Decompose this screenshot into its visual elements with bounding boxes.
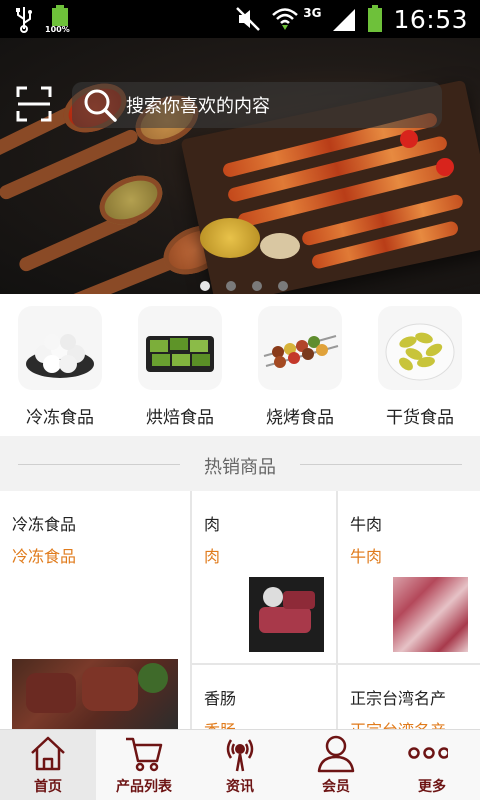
tab-label: 首页 bbox=[34, 779, 62, 795]
product-title: 冷冻食品 bbox=[12, 515, 77, 534]
category-label: 烘焙食品 bbox=[146, 408, 214, 428]
category-label: 冷冻食品 bbox=[26, 408, 94, 428]
battery-icon bbox=[368, 5, 383, 32]
bottom-nav: 首页 产品列表 资讯 会员 更多 bbox=[0, 729, 480, 800]
battery-percent: 100% bbox=[45, 25, 70, 34]
carousel-indicator bbox=[200, 281, 288, 291]
product-card[interactable]: 肉 肉 bbox=[192, 491, 336, 663]
product-card[interactable]: 牛肉 牛肉 bbox=[338, 491, 480, 663]
category-baked[interactable]: 烘焙食品 bbox=[120, 294, 240, 436]
hot-section-header: 热销商品 bbox=[0, 437, 480, 491]
product-subtitle: 冷冻食品 bbox=[12, 547, 77, 566]
cart-icon bbox=[126, 737, 163, 772]
divider bbox=[300, 464, 462, 465]
user-icon bbox=[317, 735, 355, 773]
wifi-icon bbox=[272, 8, 299, 30]
carousel-dot[interactable] bbox=[252, 281, 262, 291]
tab-label: 更多 bbox=[418, 779, 446, 795]
tab-member[interactable]: 会员 bbox=[288, 730, 384, 800]
carousel-dot[interactable] bbox=[226, 281, 236, 291]
category-label: 干货食品 bbox=[386, 408, 454, 428]
product-grid: 冷冻食品 冷冻食品 肉 肉 牛肉 牛肉 香肠 香肠 正宗台湾名产 正宗台湾名产 bbox=[0, 491, 480, 729]
product-subtitle: 香肠 bbox=[204, 717, 236, 729]
battery-full-icon: 100% bbox=[45, 4, 70, 34]
tab-label: 资讯 bbox=[226, 779, 254, 795]
product-image bbox=[393, 577, 468, 652]
frozen-food-image bbox=[18, 306, 102, 390]
tab-label: 会员 bbox=[322, 779, 350, 795]
section-title: 热销商品 bbox=[204, 457, 276, 478]
product-image bbox=[249, 577, 324, 652]
tab-home[interactable]: 首页 bbox=[0, 730, 96, 800]
product-title: 肉 bbox=[204, 515, 221, 534]
tab-news[interactable]: 资讯 bbox=[192, 730, 288, 800]
carousel-dot[interactable] bbox=[278, 281, 288, 291]
product-title: 香肠 bbox=[204, 689, 237, 708]
network-type: 3G bbox=[303, 6, 322, 20]
product-subtitle: 肉 bbox=[204, 547, 221, 566]
promo-banner[interactable]: 搜索你喜欢的内容 bbox=[0, 38, 480, 294]
category-row: 冷冻食品 烘焙食品 烧烤食品 干货食品 bbox=[0, 294, 480, 436]
tab-label: 产品列表 bbox=[116, 779, 172, 795]
broadcast-icon bbox=[226, 739, 254, 772]
more-icon bbox=[408, 747, 448, 759]
usb-icon bbox=[16, 7, 32, 33]
product-subtitle: 牛肉 bbox=[350, 547, 383, 566]
tab-products[interactable]: 产品列表 bbox=[96, 730, 192, 800]
clock: 16:53 bbox=[393, 4, 468, 34]
search-placeholder: 搜索你喜欢的内容 bbox=[126, 96, 270, 117]
product-card[interactable]: 冷冻食品 冷冻食品 bbox=[0, 491, 190, 729]
product-card[interactable]: 正宗台湾名产 正宗台湾名产 bbox=[338, 665, 480, 729]
category-bbq[interactable]: 烧烤食品 bbox=[240, 294, 360, 436]
signal-icon bbox=[333, 9, 356, 31]
search-bar[interactable]: 搜索你喜欢的内容 bbox=[72, 82, 442, 128]
product-card[interactable]: 香肠 香肠 bbox=[192, 665, 336, 729]
category-label: 烧烤食品 bbox=[266, 408, 334, 428]
product-image bbox=[12, 659, 178, 729]
baked-food-image bbox=[138, 306, 222, 390]
category-dried[interactable]: 干货食品 bbox=[360, 294, 480, 436]
bbq-food-image bbox=[258, 306, 342, 390]
product-title: 正宗台湾名产 bbox=[350, 689, 447, 708]
carousel-dot[interactable] bbox=[200, 281, 210, 291]
category-frozen[interactable]: 冷冻食品 bbox=[0, 294, 120, 436]
tab-more[interactable]: 更多 bbox=[384, 730, 480, 800]
product-subtitle: 正宗台湾名产 bbox=[350, 717, 446, 729]
search-icon bbox=[84, 89, 117, 122]
scan-icon[interactable] bbox=[16, 86, 52, 122]
home-icon bbox=[31, 736, 65, 771]
mute-icon bbox=[236, 7, 261, 31]
product-title: 牛肉 bbox=[350, 515, 383, 534]
status-bar: 100% 3G 16:53 bbox=[0, 0, 480, 38]
dried-food-image bbox=[378, 306, 462, 390]
